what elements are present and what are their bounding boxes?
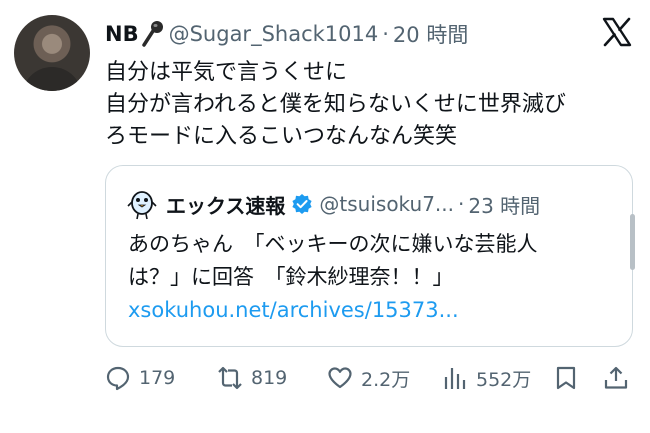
author-avatar[interactable] <box>14 15 90 91</box>
like-button[interactable]: 2.2万 <box>327 360 410 396</box>
tweet-header: NB @Sugar_Shack1014 · 20 時間 <box>105 16 468 52</box>
verified-badge-icon <box>292 194 313 214</box>
quoted-timestamp[interactable]: 23 時間 <box>468 190 540 219</box>
reply-icon <box>106 366 130 391</box>
author-name[interactable]: NB <box>105 22 139 46</box>
bookmark-button[interactable] <box>553 360 587 396</box>
retweet-count: 819 <box>251 367 288 389</box>
quoted-separator: · <box>458 192 465 216</box>
avatar-figure <box>22 67 82 91</box>
scrollbar[interactable] <box>630 214 635 270</box>
views-count: 552万 <box>476 368 532 391</box>
bird-avatar-icon[interactable] <box>126 188 158 220</box>
retweet-button[interactable]: 819 <box>217 360 287 396</box>
author-handle[interactable]: @Sugar_Shack1014 <box>169 22 379 46</box>
share-icon <box>604 366 628 389</box>
quoted-tweet-card[interactable]: エックス速報 @tsuisoku7... · 23 時間 あのちゃん 「ベッキー… <box>105 165 635 347</box>
x-logo-icon[interactable] <box>602 17 632 47</box>
quoted-text-line: あのちゃん 「ベッキーの次に嫌いな芸能人 <box>128 232 538 256</box>
reply-button[interactable]: 179 <box>105 360 175 396</box>
share-button[interactable] <box>603 360 637 396</box>
heart-icon <box>328 367 352 389</box>
microphone-icon <box>141 21 163 47</box>
quoted-link[interactable]: xsokuhou.net/archives/15373... <box>128 294 538 327</box>
quoted-tweet-header: エックス速報 @tsuisoku7... · 23 時間 <box>126 188 540 220</box>
header-separator: · <box>382 22 389 46</box>
tweet-text: 自分は平気で言うくせに 自分が言われると僕を知らないくせに世界滅び ろモードに入… <box>105 57 635 153</box>
action-bar: 179 819 2.2万 552万 <box>105 360 635 396</box>
tweet-timestamp[interactable]: 20 時間 <box>393 19 468 49</box>
tweet-text-line: 自分は平気で言うくせに <box>105 60 348 85</box>
views-chart-icon <box>444 368 466 389</box>
quoted-author-name[interactable]: エックス速報 <box>166 190 285 219</box>
quoted-text-line: は？」に回答 「鈴木紗理奈！！」 <box>128 265 454 289</box>
quoted-tweet-text: あのちゃん 「ベッキーの次に嫌いな芸能人 は？」に回答 「鈴木紗理奈！！」 xs… <box>128 228 538 327</box>
tweet-text-line: 自分が言われると僕を知らないくせに世界滅び <box>105 92 566 117</box>
bookmark-icon <box>556 366 576 390</box>
reply-count: 179 <box>139 367 176 389</box>
quoted-author-handle[interactable]: @tsuisoku7... <box>319 192 454 216</box>
tweet-text-line: ろモードに入るこいつなんなん笑笑 <box>105 124 458 149</box>
like-count: 2.2万 <box>361 368 411 391</box>
views-button[interactable]: 552万 <box>442 360 531 396</box>
retweet-icon <box>218 366 242 390</box>
